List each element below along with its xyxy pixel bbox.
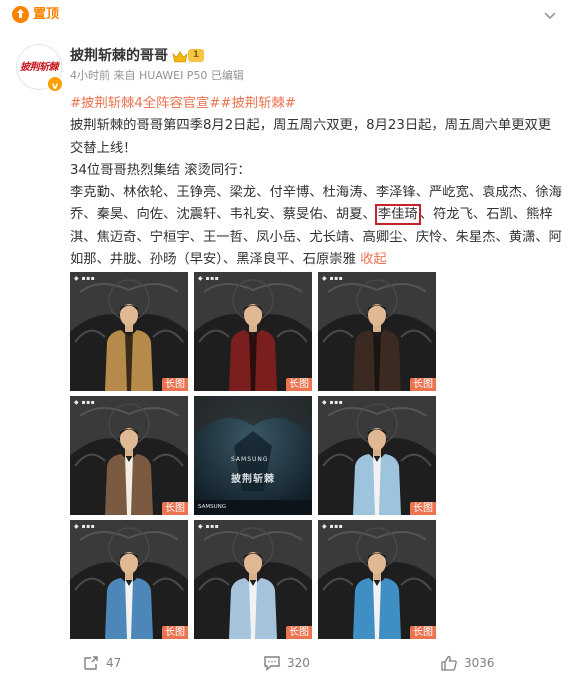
person-figure — [229, 304, 277, 391]
hashtag-link[interactable]: #披荆斩棘4全阵容官宣# — [70, 96, 220, 111]
show-logo: ◆ ▪▪▪ — [74, 523, 96, 530]
repost-count: 47 — [106, 656, 122, 670]
comment-icon — [264, 656, 280, 672]
pin-icon — [12, 6, 29, 23]
long-image-badge: 长图 — [286, 378, 312, 391]
comment-count: 320 — [287, 656, 310, 670]
long-image-badge: 长图 — [162, 378, 188, 391]
collapse-link[interactable]: 收起 — [360, 252, 387, 267]
show-logo: ◆ ▪▪▪ — [322, 275, 344, 282]
post-photo[interactable]: ◆ ▪▪▪ 长图 — [318, 272, 436, 391]
person-figure — [105, 552, 153, 639]
highlighted-name: 李佳琦 — [374, 204, 421, 226]
verified-badge-icon: v — [47, 76, 63, 92]
person-figure — [229, 552, 277, 639]
long-image-badge: 长图 — [162, 502, 188, 515]
person-figure — [353, 304, 401, 391]
long-image-badge: 长图 — [410, 378, 436, 391]
comment-button[interactable]: 320 — [263, 652, 333, 674]
like-button[interactable]: 3036 — [440, 652, 510, 674]
post-photo[interactable]: ◆ ▪▪▪ 长图 — [70, 396, 188, 515]
post-meta: 4小时前 来自 HUAWEI P50 已编辑 — [70, 69, 244, 82]
repost-button[interactable]: 47 — [82, 652, 152, 674]
author-name[interactable]: 披荆斩棘的哥哥 — [70, 46, 168, 66]
names-paragraph: 李克勤、林依轮、王铮亮、梁龙、付辛博、杜海涛、李泽锋、严屹宽、袁成杰、徐海乔、秦… — [70, 182, 562, 271]
post-photo[interactable]: ◆ ▪▪▪ 长图 — [194, 272, 312, 391]
repost-icon — [84, 656, 98, 670]
pinned-label: 置顶 — [33, 7, 60, 22]
image-grid: ◆ ▪▪▪ 长图 ◆ ▪▪▪ 长图 ◆ ▪▪▪ 长图 ◆ ▪▪▪ 长图 SAMSUNG 披荆斩棘 S… — [70, 272, 440, 640]
long-image-badge: 长图 — [410, 626, 436, 639]
post-photo[interactable]: SAMSUNG 披荆斩棘 SAMSUNG — [194, 396, 312, 515]
post-photo[interactable]: ◆ ▪▪▪ 长图 — [194, 520, 312, 639]
post-photo[interactable]: ◆ ▪▪▪ 长图 — [70, 272, 188, 391]
action-bar: 47 320 3036 — [0, 648, 574, 678]
person-figure — [105, 428, 153, 515]
tag-line: #披荆斩棘4全阵容官宣##披荆斩棘# — [70, 93, 562, 115]
person-figure — [353, 552, 401, 639]
long-image-badge: 长图 — [410, 502, 436, 515]
samsung-bottom-text: SAMSUNG — [198, 504, 226, 510]
intro-line: 34位哥哥热烈集结 滚烫同行： — [70, 162, 251, 178]
post-photo[interactable]: ◆ ▪▪▪ 长图 — [318, 520, 436, 639]
chevron-down-icon[interactable] — [540, 5, 560, 25]
show-logo: ◆ ▪▪▪ — [74, 399, 96, 406]
show-logo: ◆ ▪▪▪ — [198, 275, 220, 282]
main-line: 披荆斩棘的哥哥第四季8月2日起，周五周六双更，8月23日起，周五周六单更双更交替… — [70, 118, 552, 156]
long-image-badge: 长图 — [162, 626, 188, 639]
long-image-badge: 长图 — [286, 626, 312, 639]
show-logo: ◆ ▪▪▪ — [322, 523, 344, 530]
svg-text:v: v — [52, 81, 59, 92]
post-body: #披荆斩棘4全阵容官宣##披荆斩棘# 披荆斩棘的哥哥第四季8月2日起，周五周六双… — [70, 93, 562, 271]
show-logo: ◆ ▪▪▪ — [198, 523, 220, 530]
show-logo: ◆ ▪▪▪ — [322, 399, 344, 406]
level-badge: 1 — [188, 49, 204, 62]
samsung-brand: SAMSUNG — [231, 456, 269, 463]
post-photo[interactable]: ◆ ▪▪▪ 长图 — [70, 520, 188, 639]
crown-icon — [172, 49, 188, 63]
top-bar: 置顶 — [0, 0, 574, 30]
avatar-logo: 披荆斩棘 — [20, 62, 59, 73]
person-figure — [105, 304, 153, 391]
person-figure — [353, 428, 401, 515]
post-photo[interactable]: ◆ ▪▪▪ 长图 — [318, 396, 436, 515]
samsung-title: 披荆斩棘 — [231, 474, 275, 485]
thumbs-up-icon — [441, 655, 457, 671]
like-count: 3036 — [464, 656, 495, 670]
show-logo: ◆ ▪▪▪ — [74, 275, 96, 282]
hashtag-link[interactable]: #披荆斩棘# — [220, 96, 295, 111]
